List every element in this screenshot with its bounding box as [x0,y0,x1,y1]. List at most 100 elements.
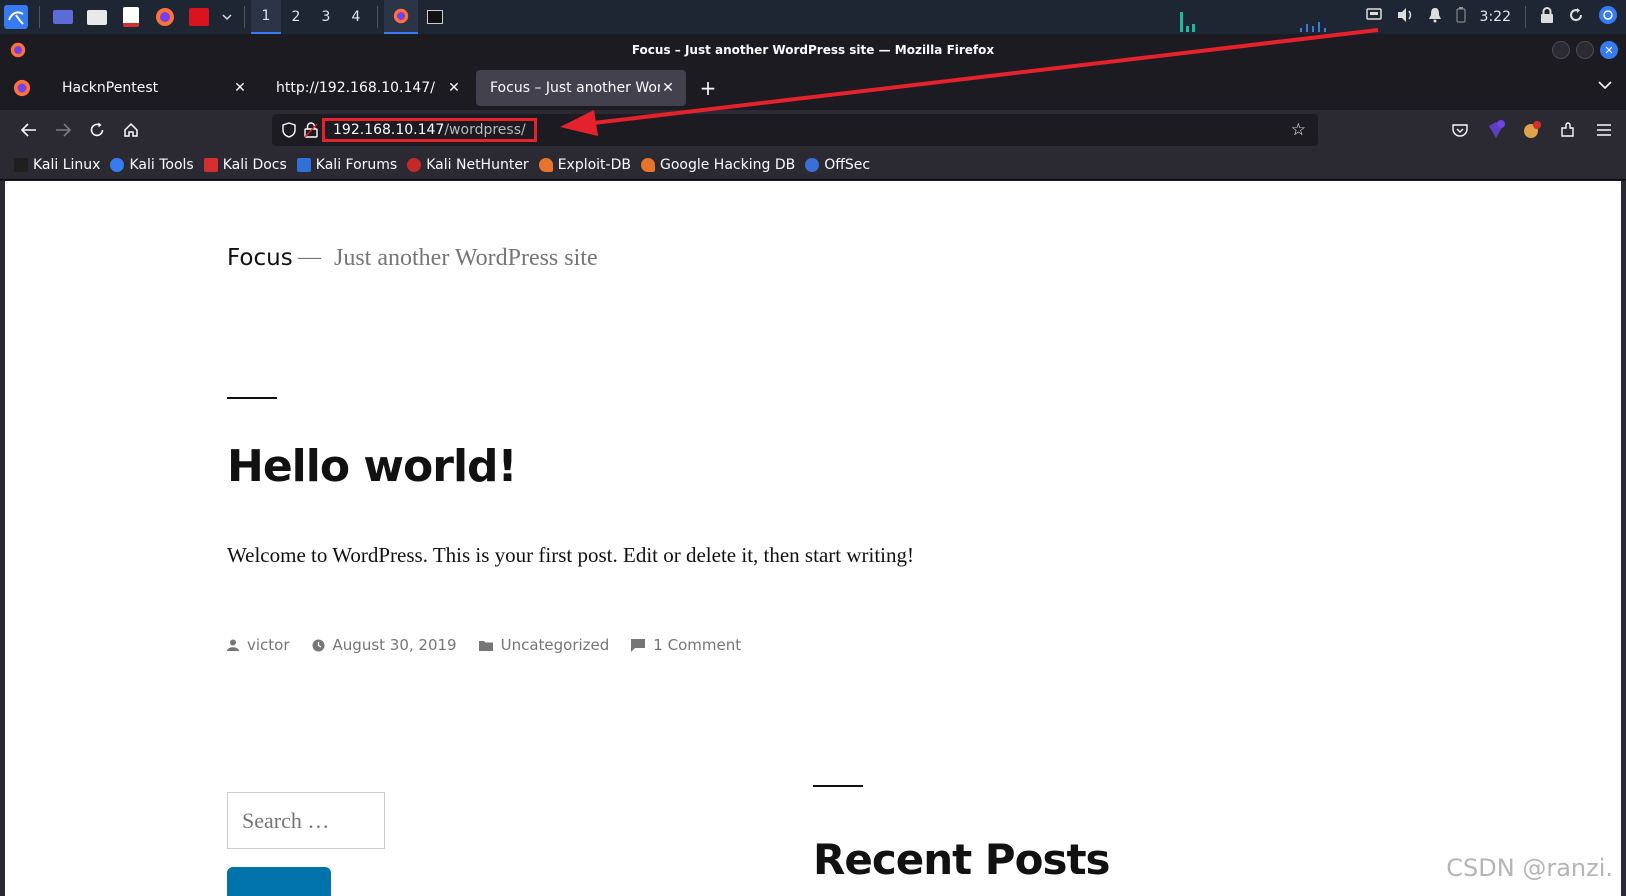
url-bar[interactable]: 192.168.10.147/wordpress/ ☆ [272,114,1318,146]
file-manager-icon[interactable] [85,5,109,29]
post-meta: victor August 30, 2019 Uncategorized 1 C… [227,636,741,654]
tab-label: HacknPentest [62,80,159,96]
search-placeholder: Search … [242,807,330,833]
category-text: Uncategorized [500,636,610,654]
bookmark-label: Kali Linux [33,156,101,173]
back-button[interactable] [12,113,46,147]
site-description: Just another WordPress site [334,245,598,271]
url-text[interactable]: 192.168.10.147/wordpress/ [322,118,537,142]
workspace-2[interactable]: 2 [281,0,311,34]
bookmark-star-icon[interactable]: ☆ [1291,120,1306,140]
close-icon: ✕ [1604,43,1614,57]
arrow-right-icon [56,123,71,137]
reload-icon [90,122,104,137]
forward-button[interactable] [46,113,80,147]
clock[interactable]: 3:22 [1480,9,1511,25]
maximize-button[interactable] [1576,41,1594,59]
bookmark-label: Kali Tools [129,156,194,173]
refresh-session-icon[interactable] [1568,7,1584,27]
firefox-logo-icon [10,42,26,61]
extensions-button[interactable] [1554,113,1582,147]
firefox-launcher-icon[interactable] [153,5,177,29]
home-button[interactable] [114,113,148,147]
url-host: 192.168.10.147 [333,122,445,138]
tab-close-icon[interactable]: ✕ [660,80,676,96]
tab-close-icon[interactable]: ✕ [232,80,248,96]
kali-dragon-icon [14,157,28,172]
chevron-down-icon [1598,81,1612,90]
search-input[interactable]: Search … [227,792,385,849]
bookmark-kali-tools[interactable]: Kali Tools [110,156,194,173]
bookmark-label: Google Hacking DB [659,156,796,173]
arrow-left-icon [21,123,36,137]
post-category[interactable]: Uncategorized [478,636,610,654]
insecure-lock-icon[interactable] [304,122,318,142]
app-menu-button[interactable] [1590,113,1618,147]
extension-badge-icon [1489,120,1505,138]
kali-menu-icon[interactable] [4,5,28,29]
new-tab-button[interactable]: + [692,72,724,104]
pocket-icon [1452,124,1468,137]
text-editor-icon[interactable] [119,5,143,29]
bookmark-offsec[interactable]: OffSec [805,157,870,173]
minimize-button[interactable] [1552,41,1570,59]
hackbar-extension-button[interactable] [1482,113,1510,147]
workspace-1[interactable]: 1 [251,0,281,34]
bookmark-kali-docs[interactable]: Kali Docs [203,157,287,173]
post-author[interactable]: victor [227,636,290,654]
bookmark-label: OffSec [824,156,871,173]
firefox-task-icon[interactable] [384,0,418,34]
site-title-link[interactable]: Focus [227,245,293,271]
tab-hacknpentest[interactable]: HacknPentest ✕ [48,70,258,106]
firefox-view-button[interactable] [0,68,44,108]
url-path: /wordpress/ [444,122,526,138]
post-date[interactable]: August 30, 2019 [312,636,457,654]
puzzle-icon [1561,122,1574,137]
widget-divider [813,785,863,787]
workspace-3[interactable]: 3 [311,0,341,34]
post-title-link[interactable]: Hello world! [227,441,518,492]
chevron-down-icon[interactable] [221,5,233,29]
close-window-button[interactable]: ✕ [1600,41,1618,59]
tab-focus-wordpress[interactable]: Focus – Just another WordPress site ✕ [476,70,686,106]
reload-button[interactable] [80,113,114,147]
bookmarks-toolbar: Kali Linux Kali Tools Kali Docs Kali For… [0,150,1626,180]
tab-close-icon[interactable]: ✕ [446,80,462,96]
hamburger-menu-icon [1597,124,1611,136]
window-border-right [1621,181,1626,896]
display-icon[interactable] [1365,8,1382,26]
workspace-4[interactable]: 4 [341,0,371,34]
page-content: Focus — Just another WordPress site Hell… [5,181,1621,896]
navigation-toolbar: 192.168.10.147/wordpress/ ☆ [0,110,1626,150]
search-submit-button[interactable] [227,867,331,896]
bookmark-exploit-db[interactable]: Exploit-DB [538,157,631,173]
bookmark-kali-forums[interactable]: Kali Forums [296,156,398,173]
tracking-protection-shield-icon[interactable] [282,122,296,142]
tab-bar: HacknPentest ✕ http://192.168.10.147/ ✕ … [0,66,1626,110]
desktop-icon[interactable] [51,5,75,29]
bookmark-google-hacking-db[interactable]: Google Hacking DB [640,156,796,173]
tab-label: Focus – Just another WordPress site [490,80,660,96]
list-all-tabs-button[interactable] [1598,78,1612,94]
pocket-button[interactable] [1446,113,1474,147]
terminal-task-icon[interactable] [423,5,447,29]
lock-icon[interactable] [1540,7,1554,27]
nethunter-icon [407,157,422,172]
post-comments[interactable]: 1 Comment [631,636,741,654]
terminal-root-icon[interactable] [187,5,211,29]
tab-ip-root[interactable]: http://192.168.10.147/ ✕ [262,70,472,106]
bookmark-kali-linux[interactable]: Kali Linux [14,157,100,173]
person-icon [227,639,239,651]
panel-separator [244,6,245,28]
bookmark-kali-nethunter[interactable]: Kali NetHunter [407,157,529,173]
bookmark-label: Kali Forums [315,156,398,173]
kali-forums-icon [296,157,311,172]
notification-bell-icon[interactable] [1428,7,1442,27]
cookie-extension-button[interactable] [1518,113,1546,147]
comments-text: 1 Comment [653,636,742,654]
battery-icon[interactable] [1456,7,1466,27]
volume-icon[interactable] [1396,7,1414,27]
author-name: victor [247,636,290,654]
panel-separator [39,6,40,28]
power-icon[interactable] [1598,5,1618,29]
